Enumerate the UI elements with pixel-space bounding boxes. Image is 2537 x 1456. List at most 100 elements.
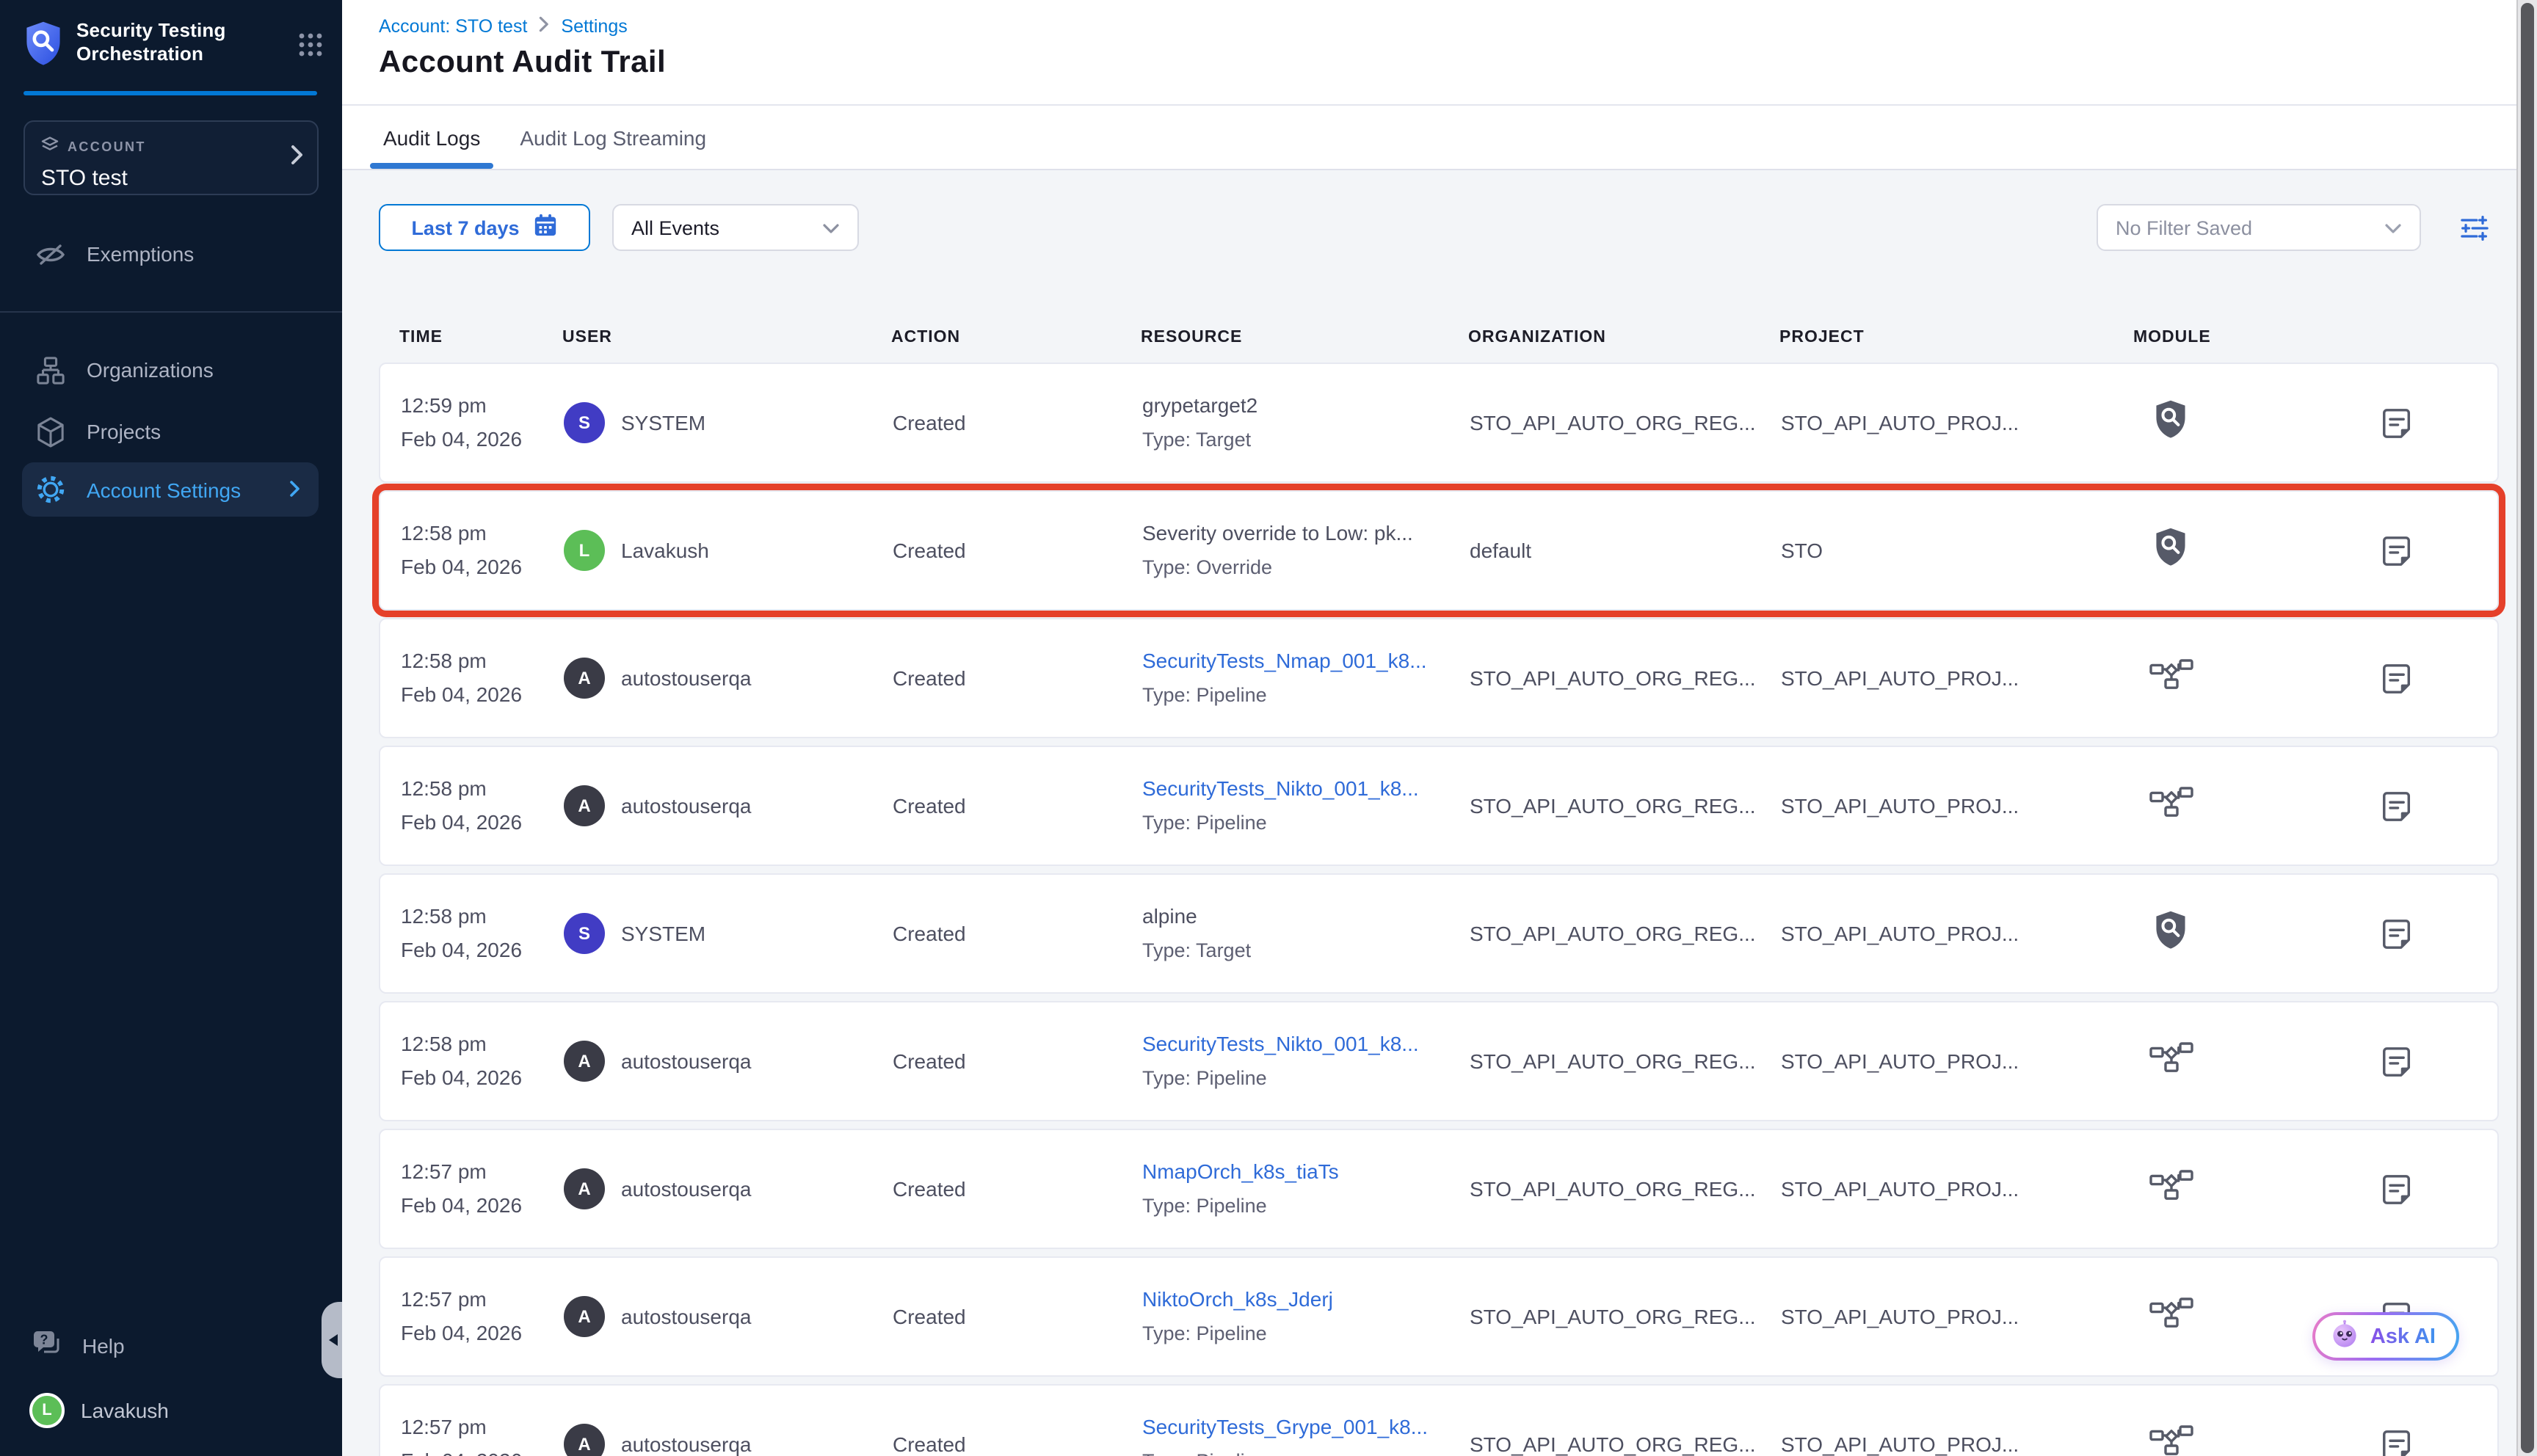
row-project: STO_API_AUTO_PROJ...: [1781, 411, 2019, 434]
cell-time: 12:57 pm Feb 04, 2026: [401, 1155, 564, 1223]
filter-settings-button[interactable]: [2459, 214, 2490, 241]
ask-ai-button[interactable]: Ask AI: [2313, 1312, 2459, 1361]
account-switcher[interactable]: ACCOUNT STO test: [23, 120, 319, 195]
sidebar-user[interactable]: L Lavakush: [0, 1377, 342, 1444]
row-project: STO_API_AUTO_PROJ...: [1781, 922, 2019, 945]
breadcrumb-settings-link[interactable]: Settings: [561, 16, 627, 37]
event-summary-button[interactable]: [2380, 1427, 2414, 1456]
event-summary-button[interactable]: [2380, 1044, 2414, 1078]
tab-audit-logs[interactable]: Audit Logs: [383, 106, 480, 169]
ai-robot-icon: [2331, 1320, 2360, 1353]
row-action: Created: [893, 922, 966, 945]
event-type-select[interactable]: All Events: [612, 204, 859, 251]
resource-name: Severity override to Low: pk...: [1142, 517, 1449, 550]
col-project: PROJECT: [1779, 329, 2133, 346]
saved-filter-select[interactable]: No Filter Saved: [2097, 204, 2421, 251]
table-row[interactable]: 12:58 pm Feb 04, 2026 A autostouserqa Cr…: [379, 746, 2499, 866]
event-summary-button[interactable]: [2380, 1172, 2414, 1206]
cell-time: 12:57 pm Feb 04, 2026: [401, 1283, 564, 1350]
main-content: Account: STO test Settings Account Audit…: [342, 0, 2537, 1456]
table-header: TIME USER ACTION RESOURCE ORGANIZATION P…: [379, 329, 2499, 346]
date-range-button[interactable]: Last 7 days: [379, 204, 590, 251]
table-row[interactable]: 12:57 pm Feb 04, 2026 A autostouserqa Cr…: [379, 1256, 2499, 1377]
sto-shield-icon: [2154, 910, 2188, 957]
cell-project: STO_API_AUTO_PROJ...: [1781, 794, 2135, 818]
cell-organization: STO_API_AUTO_ORG_REG...: [1470, 411, 1781, 434]
row-project: STO_API_AUTO_PROJ...: [1781, 794, 2019, 818]
breadcrumb-account-link[interactable]: Account: STO test: [379, 16, 527, 37]
cell-organization: STO_API_AUTO_ORG_REG...: [1470, 1177, 1781, 1201]
sidebar-item-account-settings[interactable]: Account Settings: [22, 462, 319, 517]
row-user: autostouserqa: [621, 1433, 751, 1456]
resource-name[interactable]: SecurityTests_Nikto_001_k8...: [1142, 1027, 1449, 1061]
sidebar-item-organizations[interactable]: Organizations: [0, 339, 342, 401]
event-summary-button[interactable]: [2380, 406, 2414, 440]
cell-user: L Lavakush: [564, 530, 893, 571]
cell-action: Created: [893, 1433, 1142, 1456]
cube-icon: [35, 416, 66, 447]
filter-row: Last 7 days All Events: [379, 204, 2490, 251]
row-date: Feb 04, 2026: [401, 550, 564, 584]
tab-audit-log-streaming[interactable]: Audit Log Streaming: [520, 106, 706, 169]
row-time: 12:57 pm: [401, 1283, 564, 1317]
cell-summary: [2207, 1172, 2497, 1206]
event-summary-button[interactable]: [2380, 661, 2414, 695]
cell-resource: NiktoOrch_k8s_Jderj Type: Pipeline: [1142, 1283, 1470, 1350]
resource-name[interactable]: SecurityTests_Nmap_001_k8...: [1142, 644, 1449, 678]
resource-name[interactable]: NmapOrch_k8s_tiaTs: [1142, 1155, 1449, 1189]
cell-module: [2135, 1169, 2207, 1209]
col-resource: RESOURCE: [1141, 329, 1468, 346]
cell-time: 12:58 pm Feb 04, 2026: [401, 644, 564, 712]
user-name: Lavakush: [81, 1399, 169, 1422]
cell-organization: STO_API_AUTO_ORG_REG...: [1470, 922, 1781, 945]
event-summary-button[interactable]: [2380, 917, 2414, 950]
cell-organization: STO_API_AUTO_ORG_REG...: [1470, 794, 1781, 818]
user-avatar: A: [564, 1041, 605, 1082]
sidebar-item-label: Account Settings: [87, 478, 241, 501]
sidebar-item-label: Projects: [87, 420, 161, 443]
event-summary-button[interactable]: [2380, 789, 2414, 823]
cell-organization: STO_API_AUTO_ORG_REG...: [1470, 666, 1781, 690]
row-time: 12:57 pm: [401, 1410, 564, 1444]
cell-module: [2135, 1297, 2207, 1336]
row-time: 12:59 pm: [401, 389, 564, 423]
row-action: Created: [893, 411, 966, 434]
table-row[interactable]: 12:58 pm Feb 04, 2026 S SYSTEM Created a…: [379, 873, 2499, 994]
chevron-down-icon: [822, 216, 840, 239]
app-grid-icon[interactable]: [298, 32, 323, 65]
cell-summary: [2207, 534, 2497, 567]
resource-type: Type: Override: [1142, 550, 1449, 584]
cell-time: 12:58 pm Feb 04, 2026: [401, 1027, 564, 1095]
row-organization: STO_API_AUTO_ORG_REG...: [1470, 1433, 1756, 1456]
table-row[interactable]: 12:57 pm Feb 04, 2026 A autostouserqa Cr…: [379, 1129, 2499, 1249]
chevron-down-icon: [2384, 216, 2402, 239]
resource-name[interactable]: SecurityTests_Grype_001_k8...: [1142, 1410, 1449, 1444]
row-organization: STO_API_AUTO_ORG_REG...: [1470, 1177, 1756, 1201]
cell-organization: default: [1470, 539, 1781, 562]
row-time: 12:58 pm: [401, 900, 564, 933]
resource-name[interactable]: SecurityTests_Nikto_001_k8...: [1142, 772, 1449, 806]
table-row[interactable]: 12:58 pm Feb 04, 2026 A autostouserqa Cr…: [379, 618, 2499, 738]
table-row[interactable]: 12:59 pm Feb 04, 2026 S SYSTEM Created g…: [379, 363, 2499, 483]
col-module: MODULE: [2133, 329, 2205, 346]
vertical-scrollbar[interactable]: [2516, 0, 2537, 1456]
audit-logs-panel: Last 7 days All Events: [342, 170, 2537, 1456]
row-date: Feb 04, 2026: [401, 1317, 564, 1350]
table-row[interactable]: 12:58 pm Feb 04, 2026 A autostouserqa Cr…: [379, 1001, 2499, 1121]
sidebar-item-exemptions[interactable]: Exemptions: [0, 223, 342, 285]
table-row[interactable]: 12:58 pm Feb 04, 2026 L Lavakush Created…: [379, 490, 2499, 611]
cell-action: Created: [893, 1177, 1142, 1201]
sidebar-item-help[interactable]: ? Help: [0, 1315, 342, 1377]
pipeline-icon: [2149, 658, 2193, 698]
scrollbar-thumb[interactable]: [2521, 3, 2534, 1453]
page-header: Account: STO test Settings Account Audit…: [342, 0, 2537, 106]
resource-name[interactable]: NiktoOrch_k8s_Jderj: [1142, 1283, 1449, 1317]
sidebar-collapse-handle[interactable]: [322, 1302, 342, 1378]
row-user: SYSTEM: [621, 411, 705, 434]
user-avatar: A: [564, 1168, 605, 1209]
col-action: ACTION: [891, 329, 1141, 346]
table-row[interactable]: 12:57 pm Feb 04, 2026 A autostouserqa Cr…: [379, 1384, 2499, 1456]
event-summary-button[interactable]: [2380, 534, 2414, 567]
cell-module: [2135, 527, 2207, 574]
sidebar-item-projects[interactable]: Projects: [0, 401, 342, 462]
